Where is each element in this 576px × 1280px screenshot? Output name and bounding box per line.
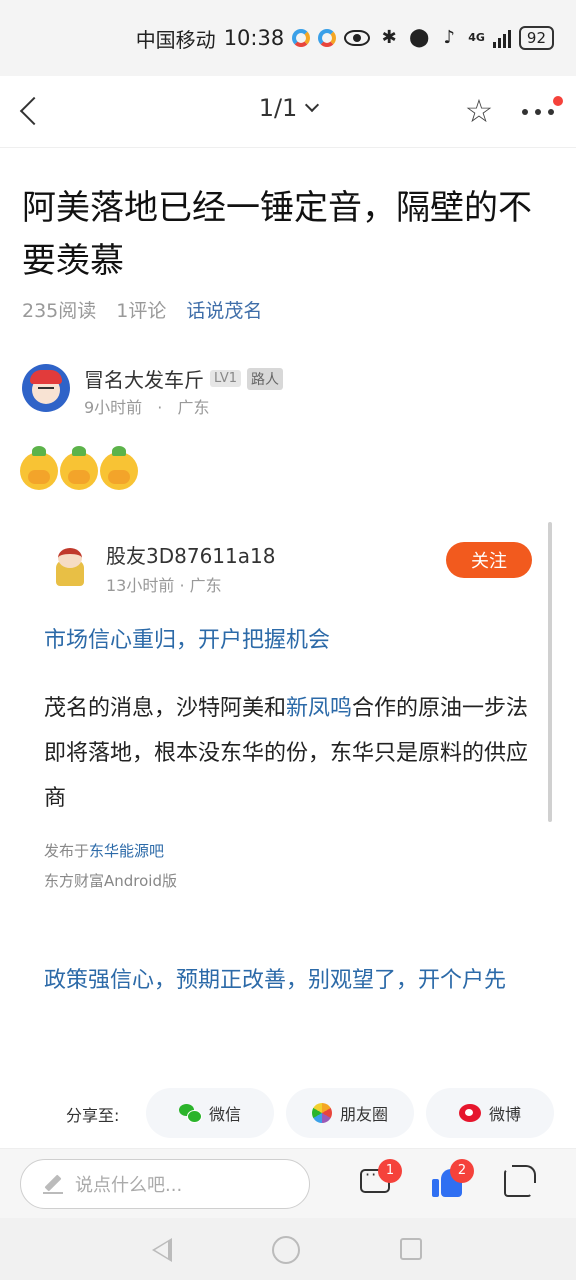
weibo-icon xyxy=(458,1104,481,1122)
laughing-emoji-icon xyxy=(20,446,58,490)
clock: 10:38 xyxy=(223,26,285,50)
author-name[interactable]: 冒名大发车斤 xyxy=(84,364,204,393)
level-badge: LV1 xyxy=(210,370,241,387)
system-recents-icon[interactable] xyxy=(400,1238,422,1260)
share-moments-label: 朋友圈 xyxy=(339,1105,388,1124)
system-back-icon[interactable] xyxy=(152,1238,172,1262)
stock-link[interactable]: 新凤鸣 xyxy=(286,696,352,721)
laughing-emoji-icon xyxy=(60,446,98,490)
status-bar: 中国移动 10:38 ✱ ⬤ ♪ 4G 92 xyxy=(0,0,576,76)
location-icon: ⬤ xyxy=(409,27,430,48)
follow-button[interactable]: 关注 xyxy=(446,542,532,578)
forum-link[interactable]: 东华能源吧 xyxy=(89,842,164,860)
mic-icon: ♪ xyxy=(443,27,455,48)
screen: 中国移动 10:38 ✱ ⬤ ♪ 4G 92 1/1 ☆ 阿美落地已经一锤定音，… xyxy=(0,0,576,1280)
promo-link[interactable]: 政策强信心，预期正改善，别观望了，开个户先 xyxy=(44,962,544,1000)
pen-icon xyxy=(43,1174,63,1194)
post-location: 广东 xyxy=(177,398,210,417)
app-icon xyxy=(318,29,337,47)
notification-dot xyxy=(553,96,563,106)
share-label: 分享至: xyxy=(66,1106,120,1125)
network-type: 4G xyxy=(468,31,485,44)
post-body-text: 茂名的消息，沙特阿美和 xyxy=(44,696,287,721)
comment-count: 1评论 xyxy=(116,300,167,322)
article-meta: 235阅读 1评论 话说茂名 xyxy=(22,296,262,323)
carrier-label: 中国移动 xyxy=(135,27,216,52)
share-wechat-button[interactable]: 微信 xyxy=(146,1088,274,1138)
battery-level: 92 xyxy=(526,29,546,47)
post-body: 茂名的消息，沙特阿美和新凤鸣合作的原油一步法即将落地，根本没东华的份，东华只是原… xyxy=(44,686,544,821)
share-weibo-button[interactable]: 微博 xyxy=(426,1088,554,1138)
wechat-icon xyxy=(178,1104,202,1123)
article-title: 阿美落地已经一锤定音，隔壁的不要羡慕 xyxy=(22,188,532,281)
comment-count-badge: 1 xyxy=(378,1159,402,1183)
like-count-badge: 2 xyxy=(450,1159,474,1183)
chevron-down-icon xyxy=(305,97,320,113)
read-count: 235阅读 xyxy=(22,300,97,322)
app-icon xyxy=(292,29,311,47)
top-nav-bar: 1/1 ☆ xyxy=(0,76,576,148)
topic-link[interactable]: 话说茂名 xyxy=(186,296,262,323)
emoji-row xyxy=(20,446,138,490)
battery-icon: 92 xyxy=(518,26,554,50)
bluetooth-icon: ✱ xyxy=(381,27,397,48)
eye-icon xyxy=(344,30,371,46)
bottom-toolbar: 说点什么吧... 1 2 xyxy=(0,1148,576,1218)
comment-placeholder: 说点什么吧... xyxy=(75,1175,183,1196)
like-button[interactable]: 2 xyxy=(428,1159,474,1203)
star-icon[interactable]: ☆ xyxy=(462,94,496,128)
system-nav-bar xyxy=(0,1218,576,1280)
post-client: 东方财富Android版 xyxy=(44,872,177,890)
avatar[interactable] xyxy=(48,544,92,588)
post-headline-link[interactable]: 市场信心重归，开户把握机会 xyxy=(44,622,330,654)
moments-icon xyxy=(311,1103,332,1123)
share-wechat-label: 微信 xyxy=(208,1105,241,1124)
scrollbar[interactable] xyxy=(548,522,552,822)
author-name-row: 冒名大发车斤 LV1 路人 xyxy=(84,364,283,393)
signal-icon xyxy=(492,28,511,48)
separator: · xyxy=(157,398,163,417)
embedded-post[interactable]: 股友3D87611a18 13小时前 · 广东 关注 市场信心重归，开户把握机会… xyxy=(22,520,556,1140)
role-badge: 路人 xyxy=(246,367,283,390)
post-time: 9小时前 xyxy=(84,398,143,417)
share-icon xyxy=(504,1165,536,1197)
share-bar: 分享至: 微信 朋友圈 微博 xyxy=(44,1088,564,1140)
share-weibo-label: 微博 xyxy=(488,1105,521,1124)
more-icon[interactable] xyxy=(520,94,563,128)
author-meta: 9小时前 · 广东 xyxy=(84,394,209,418)
avatar[interactable] xyxy=(22,364,70,412)
post-time: 13小时前 · 广东 xyxy=(106,576,222,595)
page-indicator: 1/1 xyxy=(258,94,298,122)
laughing-emoji-icon xyxy=(100,446,138,490)
share-button[interactable] xyxy=(498,1163,538,1203)
comment-input[interactable]: 说点什么吧... xyxy=(20,1159,310,1209)
source-prefix: 发布于 xyxy=(44,842,90,860)
comments-button[interactable]: 1 xyxy=(356,1159,402,1203)
post-username[interactable]: 股友3D87611a18 xyxy=(106,540,275,569)
system-home-icon[interactable] xyxy=(272,1236,300,1264)
post-source: 发布于东华能源吧 xyxy=(44,840,164,861)
share-moments-button[interactable]: 朋友圈 xyxy=(286,1088,414,1138)
